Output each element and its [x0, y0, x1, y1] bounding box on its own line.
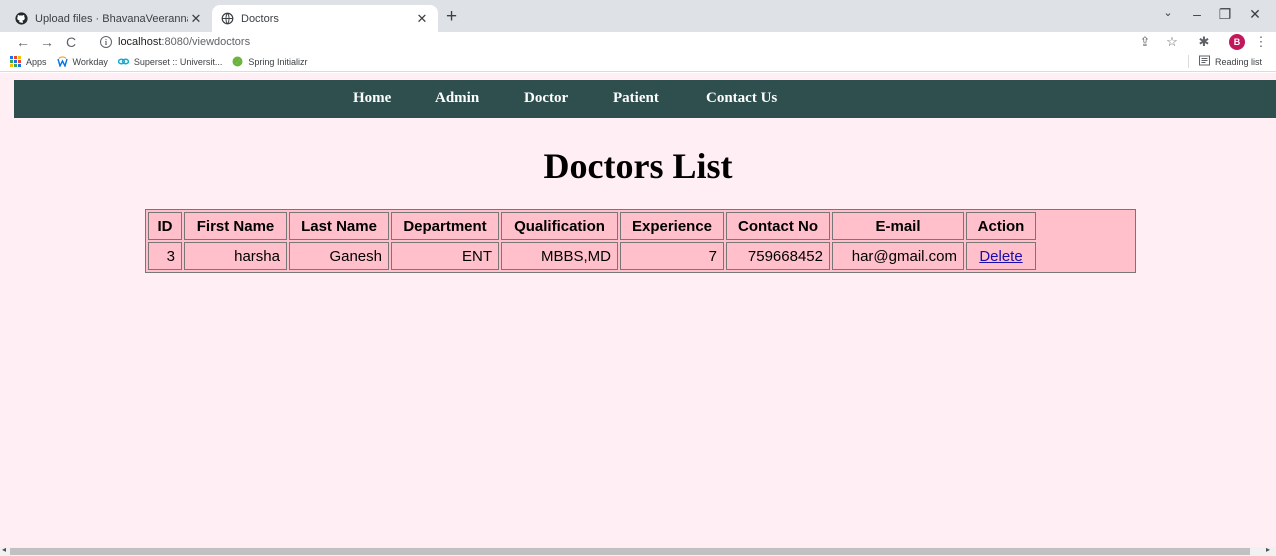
- table-header-row: ID First Name Last Name Department Quali…: [148, 212, 1133, 240]
- bookmark-label: Superset :: Universit...: [133, 56, 223, 67]
- cell-contact-no: 759668452: [726, 242, 830, 270]
- tab-upload-files[interactable]: Upload files · BhavanaVeeranna/ ✕: [6, 5, 212, 32]
- doctors-table: ID First Name Last Name Department Quali…: [145, 209, 1136, 273]
- back-icon[interactable]: ←: [14, 33, 32, 51]
- column-header-email: E-mail: [832, 212, 964, 240]
- spring-icon: [232, 56, 243, 67]
- tab-search-icon[interactable]: ⌄: [1158, 6, 1178, 19]
- new-tab-button[interactable]: +: [446, 7, 457, 27]
- bookmark-label: Spring Initializr: [248, 56, 308, 67]
- cell-first-name: harsha: [184, 242, 287, 270]
- bookmark-star-icon[interactable]: ☆: [1163, 34, 1181, 50]
- info-icon[interactable]: i: [100, 36, 112, 48]
- workday-icon: [56, 56, 68, 68]
- cell-department: ENT: [391, 242, 499, 270]
- superset-icon: [117, 56, 130, 67]
- cell-last-name: Ganesh: [289, 242, 389, 270]
- reading-list-button[interactable]: Reading list: [1187, 55, 1262, 68]
- share-icon[interactable]: ⇪: [1136, 34, 1154, 50]
- column-header-last-name: Last Name: [289, 212, 389, 240]
- bookmark-workday[interactable]: Workday: [56, 56, 108, 68]
- bookmark-apps[interactable]: Apps: [10, 56, 47, 67]
- reload-icon[interactable]: C: [62, 33, 80, 51]
- bookmarks-bar: Apps Workday Superset :: Universit... Sp…: [0, 52, 1276, 72]
- table-row: 3 harsha Ganesh ENT MBBS,MD 7 759668452 …: [148, 242, 1133, 270]
- apps-grid-icon: [10, 56, 21, 67]
- browser-toolbar: ← → C i localhost :8080/viewdoctors ⇪ ☆ …: [0, 32, 1276, 52]
- cell-email: har@gmail.com: [832, 242, 964, 270]
- tab-doctors[interactable]: Doctors ✕: [212, 5, 438, 32]
- address-bar[interactable]: i localhost :8080/viewdoctors: [100, 33, 250, 51]
- scroll-right-icon[interactable]: ▸: [1266, 545, 1270, 554]
- nav-doctor[interactable]: Doctor: [524, 90, 568, 107]
- forward-icon[interactable]: →: [38, 33, 56, 51]
- reading-list-label: Reading list: [1214, 56, 1262, 67]
- cell-qualification: MBBS,MD: [501, 242, 618, 270]
- cell-action: Delete: [966, 242, 1036, 270]
- nav-home[interactable]: Home: [353, 90, 391, 107]
- extensions-icon[interactable]: ✱: [1195, 34, 1213, 50]
- cell-experience: 7: [620, 242, 724, 270]
- minimize-icon[interactable]: –: [1187, 6, 1207, 22]
- url-path: :8080/viewdoctors: [161, 36, 251, 48]
- page-body: Home Admin Doctor Patient Contact Us Doc…: [0, 73, 1276, 547]
- column-header-qualification: Qualification: [501, 212, 618, 240]
- profile-avatar[interactable]: B: [1229, 34, 1245, 50]
- bookmark-label: Workday: [72, 56, 108, 67]
- tab-title: Upload files · BhavanaVeeranna/: [35, 12, 188, 25]
- column-header-department: Department: [391, 212, 499, 240]
- close-tab-icon[interactable]: ✕: [188, 11, 204, 27]
- nav-admin[interactable]: Admin: [435, 90, 479, 107]
- restore-icon[interactable]: ❐: [1215, 6, 1235, 23]
- close-tab-icon[interactable]: ✕: [414, 11, 430, 27]
- column-header-contact-no: Contact No: [726, 212, 830, 240]
- table-filler-cell: [1038, 212, 1133, 240]
- tab-title: Doctors: [241, 12, 279, 25]
- column-header-id: ID: [148, 212, 182, 240]
- main-navbar: Home Admin Doctor Patient Contact Us: [14, 80, 1276, 118]
- table-filler-cell: [1038, 242, 1133, 270]
- page-title: Doctors List: [543, 146, 733, 186]
- delete-link[interactable]: Delete: [979, 248, 1022, 265]
- horizontal-scrollbar[interactable]: ◂ ▸: [0, 545, 1276, 556]
- scrollbar-thumb[interactable]: [10, 548, 1250, 555]
- column-header-experience: Experience: [620, 212, 724, 240]
- bookmark-superset[interactable]: Superset :: Universit...: [117, 56, 223, 67]
- browser-tab-strip: Upload files · BhavanaVeeranna/ ✕ Doctor…: [0, 0, 1276, 32]
- bookmark-spring[interactable]: Spring Initializr: [232, 56, 307, 67]
- cell-id: 3: [148, 242, 182, 270]
- github-icon: [14, 12, 28, 26]
- bookmark-label: Apps: [26, 56, 47, 67]
- globe-icon: [220, 12, 234, 26]
- nav-contact-us[interactable]: Contact Us: [706, 90, 777, 107]
- column-header-action: Action: [966, 212, 1036, 240]
- nav-patient[interactable]: Patient: [613, 90, 659, 107]
- close-window-icon[interactable]: ✕: [1245, 6, 1265, 23]
- url-host: localhost: [118, 36, 162, 48]
- column-header-first-name: First Name: [184, 212, 287, 240]
- menu-icon[interactable]: ⋮: [1252, 34, 1270, 50]
- reading-list-icon: [1198, 55, 1210, 68]
- scroll-left-icon[interactable]: ◂: [2, 545, 6, 554]
